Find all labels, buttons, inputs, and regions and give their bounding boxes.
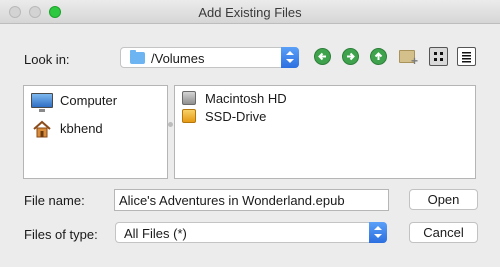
look-in-value: /Volumes <box>151 51 205 66</box>
file-type-label: Files of type: <box>24 227 98 242</box>
home-icon <box>33 120 51 138</box>
back-button[interactable] <box>313 47 332 66</box>
file-dialog: Add Existing Files Look in: /Volumes + C… <box>0 0 500 267</box>
icon-view-button[interactable] <box>429 47 448 66</box>
file-name-input[interactable] <box>115 190 388 210</box>
chevron-updown-icon[interactable] <box>281 47 299 68</box>
arrow-right-icon <box>342 48 359 65</box>
sidebar-item-home[interactable]: kbhend <box>28 118 158 140</box>
sidebar-item-label: kbhend <box>60 121 103 136</box>
sidebar-item-computer[interactable]: Computer <box>28 90 158 112</box>
list-view-button[interactable] <box>457 47 476 66</box>
window-title: Add Existing Files <box>198 5 302 20</box>
hard-drive-icon <box>182 91 196 105</box>
sidebar-item-label: Computer <box>60 93 118 108</box>
grid-view-icon <box>434 52 443 61</box>
look-in-select[interactable]: /Volumes <box>120 47 299 68</box>
list-item[interactable]: Macintosh HD <box>181 89 381 109</box>
file-item-label: Macintosh HD <box>205 91 287 106</box>
new-folder-button[interactable] <box>398 47 418 68</box>
chevron-updown-icon[interactable] <box>369 222 387 243</box>
file-name-label: File name: <box>24 193 85 208</box>
new-folder-icon <box>399 50 418 68</box>
computer-icon <box>31 93 53 112</box>
up-folder-button[interactable] <box>369 47 388 66</box>
look-in-label: Look in: <box>24 52 70 67</box>
arrow-up-icon <box>370 48 387 65</box>
arrow-left-icon <box>314 48 331 65</box>
file-type-select[interactable]: All Files (*) <box>115 222 387 243</box>
file-list[interactable]: Macintosh HD SSD-Drive <box>174 85 476 179</box>
cancel-button[interactable]: Cancel <box>409 222 478 243</box>
list-item[interactable]: SSD-Drive <box>181 107 381 127</box>
splitter-handle[interactable] <box>168 122 173 127</box>
forward-button[interactable] <box>341 47 360 66</box>
title-bar[interactable]: Add Existing Files <box>0 0 500 24</box>
list-view-icon <box>462 52 471 63</box>
places-sidebar[interactable]: Computer kbhend <box>23 85 168 179</box>
file-type-value: All Files (*) <box>124 226 187 241</box>
external-drive-icon <box>182 109 196 123</box>
folder-icon <box>130 50 145 64</box>
file-item-label: SSD-Drive <box>205 109 267 124</box>
open-button[interactable]: Open <box>409 189 478 210</box>
file-name-field[interactable] <box>114 189 389 211</box>
